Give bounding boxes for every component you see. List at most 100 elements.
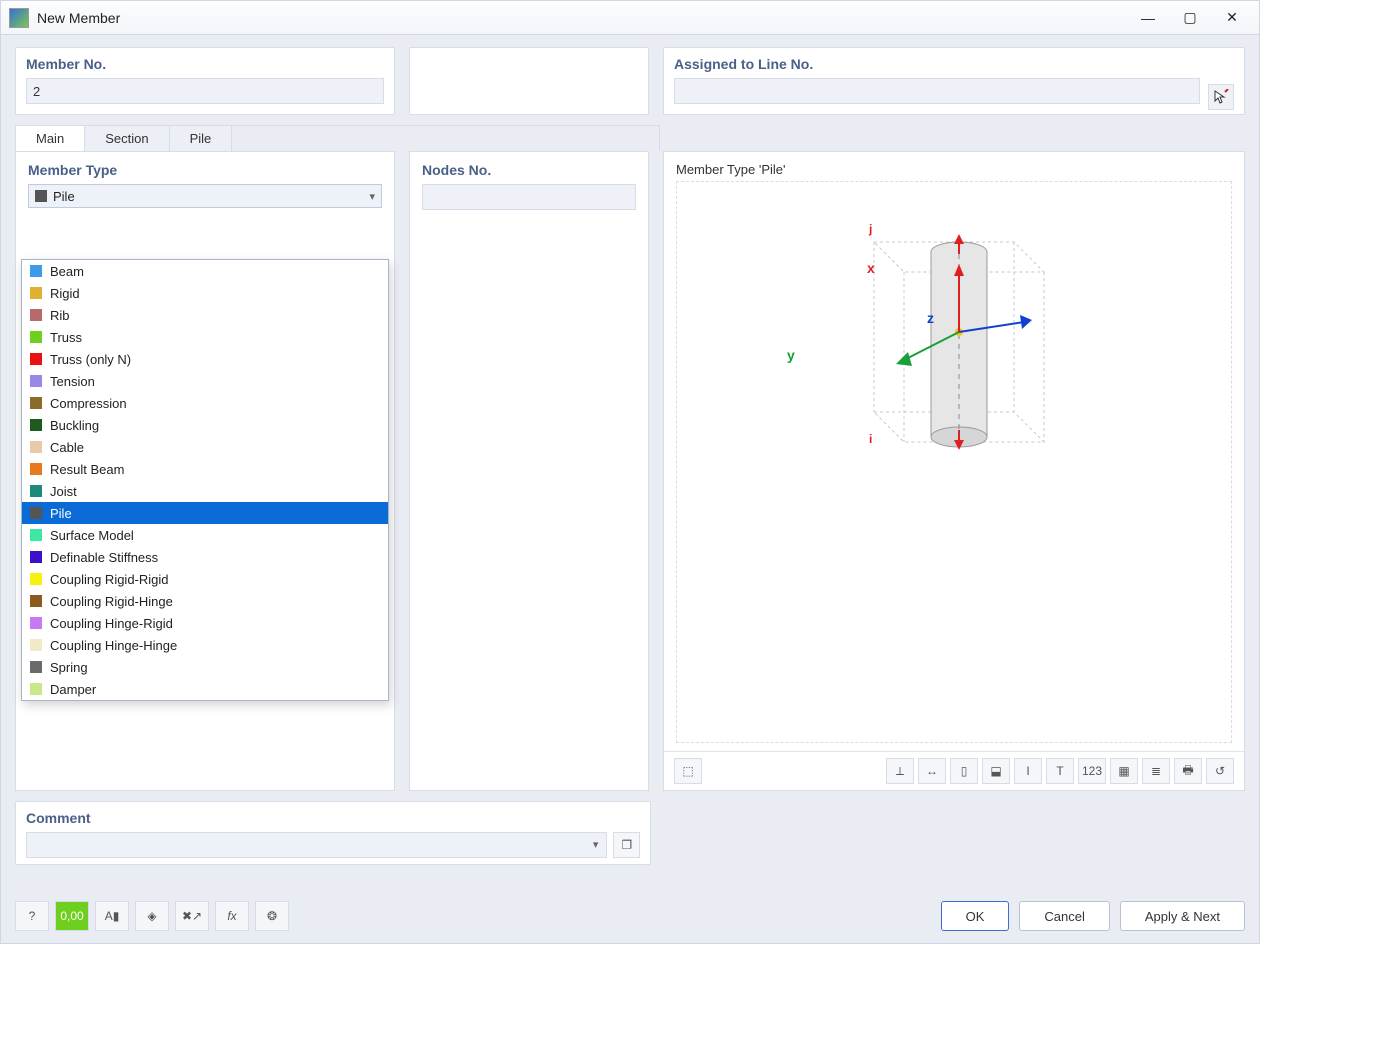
member-type-dropdown[interactable]: BeamRigidRibTrussTruss (only N)TensionCo… bbox=[21, 259, 389, 701]
option-label: Coupling Rigid-Rigid bbox=[50, 572, 169, 587]
preview-pick-button[interactable]: ⬚ bbox=[674, 758, 702, 784]
grid-button[interactable]: ▦ bbox=[1110, 758, 1138, 784]
app-icon bbox=[9, 8, 29, 28]
pick-mode-button[interactable]: ✖↗ bbox=[175, 901, 209, 931]
nodes-field[interactable] bbox=[422, 184, 636, 210]
help-button[interactable]: ? bbox=[15, 901, 49, 931]
comment-library-button[interactable]: ❐ bbox=[613, 832, 640, 858]
member-type-option[interactable]: Coupling Rigid-Rigid bbox=[22, 568, 388, 590]
member-type-option[interactable]: Pile bbox=[22, 502, 388, 524]
ok-button[interactable]: OK bbox=[941, 901, 1010, 931]
assigned-line-field[interactable] bbox=[674, 78, 1200, 104]
cursor-pick-icon bbox=[1213, 89, 1229, 105]
color-swatch bbox=[30, 419, 42, 431]
tab-strip: Main Section Pile bbox=[15, 125, 660, 151]
option-label: Coupling Hinge-Rigid bbox=[50, 616, 173, 631]
option-label: Truss (only N) bbox=[50, 352, 131, 367]
option-label: Rib bbox=[50, 308, 70, 323]
dialog-content: Member No. 2 Assigned to Line No. Main S… bbox=[1, 35, 1259, 943]
option-label: Result Beam bbox=[50, 462, 124, 477]
color-swatch bbox=[30, 265, 42, 277]
member-type-option[interactable]: Coupling Hinge-Rigid bbox=[22, 612, 388, 634]
member-type-option[interactable]: Coupling Rigid-Hinge bbox=[22, 590, 388, 612]
numbering-button[interactable]: 123 bbox=[1078, 758, 1106, 784]
color-swatch bbox=[30, 529, 42, 541]
color-swatch bbox=[30, 485, 42, 497]
titlebar: New Member — ▢ ✕ bbox=[1, 1, 1259, 35]
option-label: Truss bbox=[50, 330, 82, 345]
member-type-option[interactable]: Cable bbox=[22, 436, 388, 458]
option-label: Coupling Hinge-Hinge bbox=[50, 638, 177, 653]
list-button[interactable]: ≣ bbox=[1142, 758, 1170, 784]
reset-view-button[interactable]: ↺ bbox=[1206, 758, 1234, 784]
maximize-button[interactable]: ▢ bbox=[1171, 6, 1209, 30]
tab-section[interactable]: Section bbox=[85, 126, 169, 151]
option-label: Spring bbox=[50, 660, 88, 675]
member-type-option[interactable]: Spring bbox=[22, 656, 388, 678]
member-type-option[interactable]: Buckling bbox=[22, 414, 388, 436]
preview-panel: Member Type 'Pile' bbox=[663, 151, 1245, 791]
member-type-option[interactable]: Beam bbox=[22, 260, 388, 282]
color-swatch bbox=[30, 463, 42, 475]
option-label: Rigid bbox=[50, 286, 80, 301]
member-no-field[interactable]: 2 bbox=[26, 78, 384, 104]
chevron-down-icon: ▾ bbox=[369, 190, 375, 203]
member-type-option[interactable]: Coupling Hinge-Hinge bbox=[22, 634, 388, 656]
member-type-option[interactable]: Result Beam bbox=[22, 458, 388, 480]
member-type-option[interactable]: Rigid bbox=[22, 282, 388, 304]
color-swatch bbox=[30, 573, 42, 585]
member-type-option[interactable]: Rib bbox=[22, 304, 388, 326]
minimize-button[interactable]: — bbox=[1129, 6, 1167, 30]
member-type-option[interactable]: Surface Model bbox=[22, 524, 388, 546]
option-label: Joist bbox=[50, 484, 77, 499]
color-swatch bbox=[30, 507, 42, 519]
color-swatch bbox=[30, 639, 42, 651]
option-label: Coupling Rigid-Hinge bbox=[50, 594, 173, 609]
tab-main[interactable]: Main bbox=[16, 126, 85, 151]
option-label: Pile bbox=[50, 506, 72, 521]
nodes-panel: Nodes No. bbox=[409, 151, 649, 791]
member-type-option[interactable]: Damper bbox=[22, 678, 388, 700]
option-label: Cable bbox=[50, 440, 84, 455]
option-label: Beam bbox=[50, 264, 84, 279]
pile-diagram bbox=[804, 182, 1104, 482]
dimensions-button[interactable]: ↔ bbox=[918, 758, 946, 784]
preview-viewport[interactable]: x z y j i bbox=[676, 181, 1232, 743]
beam-t-button[interactable]: T bbox=[1046, 758, 1074, 784]
option-label: Surface Model bbox=[50, 528, 134, 543]
axis-toggle-button[interactable]: ⟂ bbox=[886, 758, 914, 784]
color-swatch bbox=[30, 661, 42, 673]
comment-panel: Comment ▾ ❐ bbox=[15, 801, 651, 865]
legend-button[interactable]: A▮ bbox=[95, 901, 129, 931]
chevron-down-icon: ▾ bbox=[593, 838, 599, 851]
member-type-combobox[interactable]: Pile ▾ bbox=[28, 184, 382, 208]
close-button[interactable]: ✕ bbox=[1213, 6, 1251, 30]
print-button[interactable]: 🖶 bbox=[1174, 758, 1202, 784]
color-swatch bbox=[30, 683, 42, 695]
member-type-option[interactable]: Truss bbox=[22, 326, 388, 348]
script-button[interactable]: ❂ bbox=[255, 901, 289, 931]
section-view-button[interactable]: ▯ bbox=[950, 758, 978, 784]
units-button[interactable]: 0,00 bbox=[55, 901, 89, 931]
apply-next-button[interactable]: Apply & Next bbox=[1120, 901, 1245, 931]
member-type-option[interactable]: Compression bbox=[22, 392, 388, 414]
preview-title: Member Type 'Pile' bbox=[664, 152, 1244, 181]
member-type-option[interactable]: Definable Stiffness bbox=[22, 546, 388, 568]
tab-pile[interactable]: Pile bbox=[170, 126, 233, 151]
local-axes-button[interactable]: ⬓ bbox=[982, 758, 1010, 784]
color-swatch bbox=[30, 397, 42, 409]
formula-button[interactable]: fx bbox=[215, 901, 249, 931]
dialog-window: New Member — ▢ ✕ Member No. 2 Assigned t… bbox=[0, 0, 1260, 944]
view-button[interactable]: ◈ bbox=[135, 901, 169, 931]
pick-line-button[interactable] bbox=[1208, 84, 1234, 110]
nodes-label: Nodes No. bbox=[410, 152, 648, 184]
member-type-option[interactable]: Joist bbox=[22, 480, 388, 502]
member-type-option[interactable]: Truss (only N) bbox=[22, 348, 388, 370]
cancel-button[interactable]: Cancel bbox=[1019, 901, 1109, 931]
option-label: Damper bbox=[50, 682, 96, 697]
member-type-label: Member Type bbox=[16, 152, 394, 184]
beam-i-button[interactable]: I bbox=[1014, 758, 1042, 784]
comment-combobox[interactable]: ▾ bbox=[26, 832, 607, 858]
member-type-option[interactable]: Tension bbox=[22, 370, 388, 392]
member-no-panel: Member No. 2 bbox=[15, 47, 395, 115]
